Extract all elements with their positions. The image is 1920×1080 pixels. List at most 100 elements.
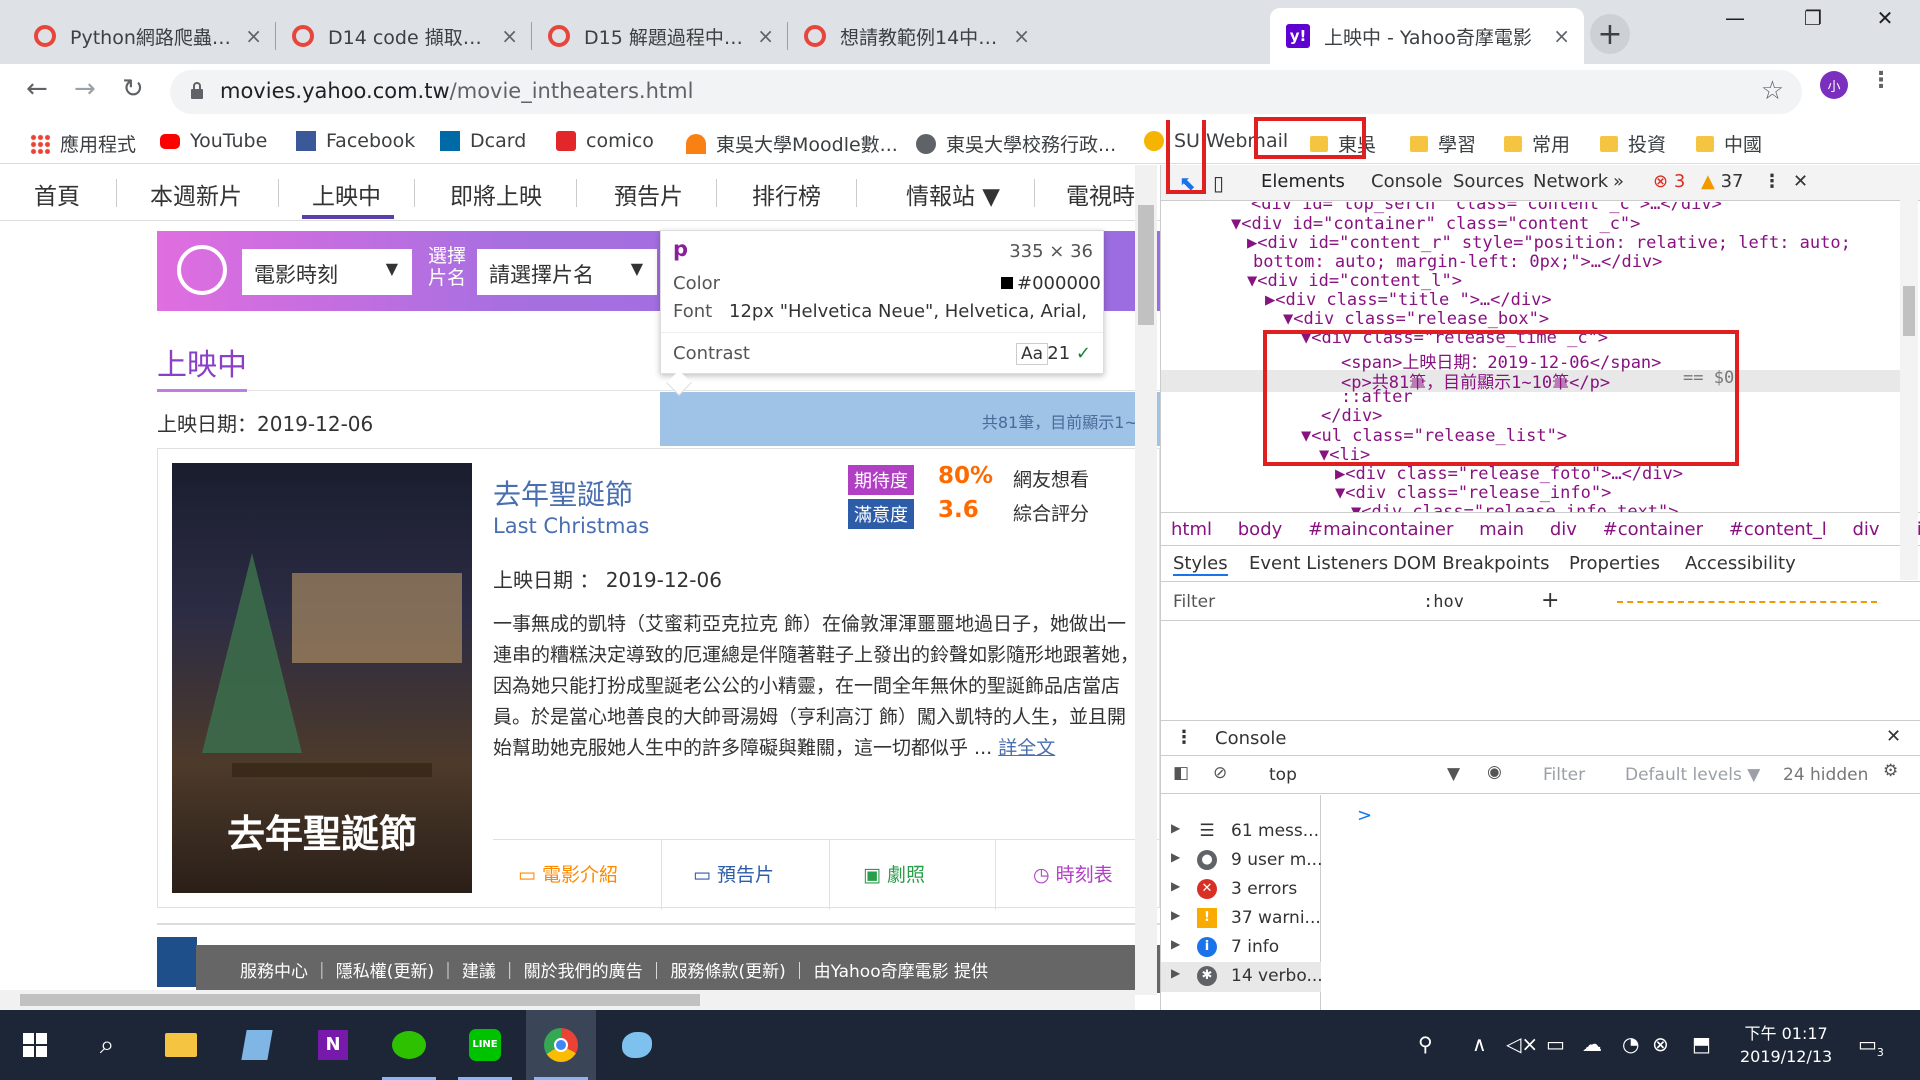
dom-line[interactable]: ▶<div class="release_foto">…</div> xyxy=(1335,464,1683,484)
console-group-warnings[interactable]: ▶! 37 warni... xyxy=(1161,904,1321,934)
bookmark-apps[interactable]: 應用程式 xyxy=(30,130,136,157)
browser-tab[interactable]: D15 解題過程中 出現無法解 × xyxy=(532,8,788,64)
input-method-icon[interactable]: ⬒ xyxy=(1692,1032,1711,1056)
browser-tab-active[interactable]: y! 上映中 - Yahoo奇摩電影 × xyxy=(1270,8,1584,64)
log-levels-select[interactable]: Default levels ▼ xyxy=(1625,765,1760,785)
nav-in-theaters[interactable]: 上映中 xyxy=(312,177,381,211)
stills-button[interactable]: ▣ 劇照 xyxy=(863,860,925,887)
bookmark-folder[interactable]: 中國 xyxy=(1696,130,1762,157)
browser-tab[interactable]: D14 code 擷取內容 問題? | × xyxy=(276,8,532,64)
console-group-messages[interactable]: ▶ ☰ 61 mess... xyxy=(1161,817,1321,847)
battery-icon[interactable]: ▭ xyxy=(1546,1032,1565,1056)
tab-network[interactable]: Network xyxy=(1533,171,1608,192)
wechat-icon[interactable] xyxy=(374,1010,444,1080)
console-prompt[interactable]: > xyxy=(1357,805,1372,826)
tab-close-icon[interactable]: × xyxy=(245,24,262,48)
site-footer[interactable]: 服務中心 ｜ 隱私權(更新) ｜ 建議 ｜ 關於我們的廣告 ｜ 服務條款(更新)… xyxy=(196,945,1160,993)
notepad-icon[interactable] xyxy=(222,1010,292,1080)
dom-line[interactable]: ▶<div class="title ">…</div> xyxy=(1265,290,1552,310)
tab-close-icon[interactable]: × xyxy=(757,24,774,48)
bookmark-folder[interactable]: 常用 xyxy=(1504,130,1570,157)
movie-english-title[interactable]: Last Christmas xyxy=(493,514,649,538)
volume-icon[interactable]: ◁× xyxy=(1506,1032,1538,1056)
line-icon[interactable]: LINE xyxy=(450,1010,520,1080)
bookmark-scu-admin[interactable]: 東吳大學校務行政... xyxy=(916,130,1116,157)
tab-event-listeners[interactable]: Event Listeners xyxy=(1249,553,1388,574)
page-scroll-thumb[interactable] xyxy=(1138,205,1154,325)
dom-line[interactable]: ▼<div id="content_l"> xyxy=(1247,271,1462,291)
clear-console-icon[interactable]: ⊘ xyxy=(1213,763,1227,783)
tab-close-icon[interactable]: × xyxy=(1013,24,1030,48)
bookmark-folder[interactable]: 學習 xyxy=(1410,130,1476,157)
bookmark-moodle[interactable]: 東吳大學Moodle數... xyxy=(686,130,898,157)
restore-button[interactable]: ❐ xyxy=(1778,0,1848,36)
console-group-errors[interactable]: ▶ ✕ 3 errors xyxy=(1161,875,1321,905)
devtools-close-icon[interactable]: ✕ xyxy=(1793,171,1808,192)
nav-this-week[interactable]: 本週新片 xyxy=(150,177,242,211)
hover-state-toggle[interactable]: :hov xyxy=(1423,592,1464,612)
drawer-close-icon[interactable]: ✕ xyxy=(1886,726,1901,747)
dom-line[interactable]: <div id="top_serch" class="content _c">…… xyxy=(1251,202,1722,214)
app-close-tray-icon[interactable]: ⊗ xyxy=(1652,1032,1669,1056)
crumb[interactable]: div xyxy=(1853,519,1880,540)
bookmark-star-icon[interactable]: ☆ xyxy=(1761,76,1784,106)
more-tabs-icon[interactable]: » xyxy=(1613,171,1624,192)
page-hscroll-thumb[interactable] xyxy=(20,994,700,1006)
tab-console[interactable]: Console xyxy=(1371,171,1442,192)
crumb[interactable]: body xyxy=(1238,519,1283,540)
tab-close-icon[interactable]: × xyxy=(1553,24,1570,48)
search-icon[interactable]: ⌕ xyxy=(72,1010,142,1080)
nav-news[interactable]: 情報站 ▼ xyxy=(906,177,1000,211)
time-select[interactable]: 電影時刻 ▼ xyxy=(242,249,412,295)
browser-tab[interactable]: 想請教範例14中怎知要下a × xyxy=(788,8,1044,64)
address-bar[interactable]: movies.yahoo.com.tw/movie_intheaters.htm… xyxy=(170,70,1802,114)
start-button[interactable] xyxy=(0,1010,70,1080)
dom-tree-scrollbar[interactable] xyxy=(1900,200,1918,580)
tab-sources[interactable]: Sources xyxy=(1453,171,1524,192)
nav-tv[interactable]: 電視時 xyxy=(1066,177,1135,211)
read-more-link[interactable]: 詳全文 xyxy=(998,737,1055,759)
file-explorer-icon[interactable] xyxy=(146,1010,216,1080)
console-group-info[interactable]: ▶ i 7 info xyxy=(1161,933,1321,963)
context-dropdown-icon[interactable]: ▼ xyxy=(1447,764,1460,784)
crumb[interactable]: html xyxy=(1171,519,1212,540)
nav-coming-soon[interactable]: 即將上映 xyxy=(450,177,542,211)
browser-tab[interactable]: Python網路爬蟲實戰研習馬 × xyxy=(18,8,276,64)
people-icon[interactable]: ⚲ xyxy=(1418,1032,1433,1056)
bookmark-facebook[interactable]: Facebook xyxy=(296,130,415,152)
live-expression-icon[interactable]: ◉ xyxy=(1487,762,1502,782)
bookmark-folder[interactable]: 投資 xyxy=(1600,130,1666,157)
device-toolbar-icon[interactable]: ▯ xyxy=(1213,171,1224,195)
dom-line[interactable]: ▼<div class="release_info"> xyxy=(1335,483,1611,503)
bookmark-youtube[interactable]: YouTube xyxy=(160,130,267,152)
profile-avatar[interactable]: 小 xyxy=(1820,71,1848,99)
console-group-user[interactable]: ▶ ● 9 user m... xyxy=(1161,846,1322,876)
console-filter-input[interactable]: Filter xyxy=(1543,765,1585,785)
dom-line[interactable]: ▶<div id="content_r" style="position: re… xyxy=(1247,233,1851,253)
tab-accessibility[interactable]: Accessibility xyxy=(1685,553,1796,574)
dom-line[interactable]: ▼<div class="release_info_text"> xyxy=(1351,502,1679,512)
bookmark-comico[interactable]: comico xyxy=(556,130,654,152)
movie-poster[interactable]: 去年聖誕節 xyxy=(172,463,472,893)
paint-icon[interactable] xyxy=(602,1010,672,1080)
chrome-icon[interactable] xyxy=(526,1010,596,1080)
console-drawer-title[interactable]: Console xyxy=(1215,728,1286,749)
movie-title[interactable]: 去年聖誕節 xyxy=(493,473,633,513)
notification-center-icon[interactable]: ▭3 xyxy=(1858,1032,1884,1059)
movie-select[interactable]: 請選擇片名 ▼ xyxy=(477,249,657,295)
dom-line[interactable]: ▼<div id="container" class="content _c"> xyxy=(1231,214,1640,234)
nav-home[interactable]: 首頁 xyxy=(34,177,80,211)
new-style-rule-icon[interactable]: + xyxy=(1541,588,1559,613)
dom-line[interactable]: ▼<div class="release_box"> xyxy=(1283,309,1549,329)
movie-intro-button[interactable]: ▭ 電影介紹 xyxy=(518,860,618,887)
crumb[interactable]: main xyxy=(1479,519,1524,540)
crumb[interactable]: #content_l xyxy=(1729,519,1827,540)
nav-rankings[interactable]: 排行榜 xyxy=(752,177,821,211)
drawer-menu-icon[interactable]: ⋮ xyxy=(1175,727,1193,748)
crumb[interactable]: #container xyxy=(1603,519,1703,540)
dom-scroll-thumb[interactable] xyxy=(1903,286,1915,336)
trailer-button[interactable]: ▭ 預告片 xyxy=(693,860,774,887)
minimize-button[interactable]: — xyxy=(1700,0,1770,36)
browser-menu-icon[interactable]: ⋮ xyxy=(1870,68,1892,93)
forward-icon[interactable]: → xyxy=(74,74,96,104)
